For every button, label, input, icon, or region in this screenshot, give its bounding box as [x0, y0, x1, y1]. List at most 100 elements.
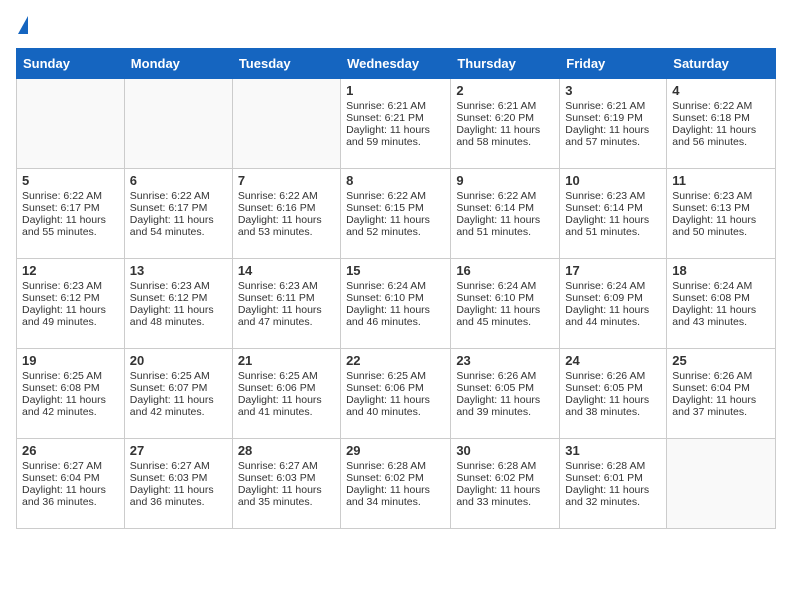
day-info: Daylight: 11 hours and 59 minutes. [346, 124, 445, 148]
day-info: Sunset: 6:20 PM [456, 112, 554, 124]
day-info: Daylight: 11 hours and 43 minutes. [672, 304, 770, 328]
day-number: 26 [22, 443, 119, 458]
calendar-cell: 8Sunrise: 6:22 AMSunset: 6:15 PMDaylight… [341, 169, 451, 259]
day-info: Sunrise: 6:23 AM [565, 190, 661, 202]
calendar-cell: 26 Sunrise: 6:27 AMSunset: 6:04 PMDayligh… [17, 439, 125, 529]
calendar-cell: 5Sunrise: 6:22 AMSunset: 6:17 PMDaylight… [17, 169, 125, 259]
day-number: 18 [672, 263, 770, 278]
day-info: Sunrise: 6:26 AM [672, 370, 770, 382]
day-info: Sunset: 6:18 PM [672, 112, 770, 124]
logo [16, 16, 28, 36]
calendar-cell: 30Sunrise: 6:28 AMSunset: 6:02 PMDayligh… [451, 439, 560, 529]
day-number: 22 [346, 353, 445, 368]
day-info: Daylight: 11 hours and 50 minutes. [672, 214, 770, 238]
day-number: 13 [130, 263, 227, 278]
day-number: 2 [456, 83, 554, 98]
day-info: Daylight: 11 hours and 53 minutes. [238, 214, 335, 238]
day-info: Sunset: 6:17 PM [22, 202, 119, 214]
calendar-cell: 13 Sunrise: 6:23 AMSunset: 6:12 PMDayligh… [124, 259, 232, 349]
day-number: 19 [22, 353, 119, 368]
day-info: Sunset: 6:12 PM [22, 292, 119, 304]
day-info: Sunrise: 6:25 AM [238, 370, 335, 382]
calendar-cell: 24Sunrise: 6:26 AMSunset: 6:05 PMDayligh… [560, 349, 667, 439]
day-info: Sunrise: 6:22 AM [22, 190, 119, 202]
calendar-cell: 31Sunrise: 6:28 AMSunset: 6:01 PMDayligh… [560, 439, 667, 529]
day-header-sunday: Sunday [17, 49, 125, 79]
day-info: Sunset: 6:04 PM [22, 472, 119, 484]
day-info: Daylight: 11 hours and 56 minutes. [672, 124, 770, 148]
day-number: 17 [565, 263, 661, 278]
calendar-cell: 28Sunrise: 6:27 AMSunset: 6:03 PMDayligh… [232, 439, 340, 529]
day-info: Sunrise: 6:26 AM [565, 370, 661, 382]
day-info: Sunset: 6:04 PM [672, 382, 770, 394]
day-info: Daylight: 11 hours and 58 minutes. [456, 124, 554, 148]
day-info: Daylight: 11 hours and 54 minutes. [130, 214, 227, 238]
calendar-cell: 17Sunrise: 6:24 AMSunset: 6:09 PMDayligh… [560, 259, 667, 349]
day-info: Sunset: 6:09 PM [565, 292, 661, 304]
day-number: 5 [22, 173, 119, 188]
day-info: Sunrise: 6:23 AM [672, 190, 770, 202]
day-info: Sunrise: 6:22 AM [346, 190, 445, 202]
day-info: Daylight: 11 hours and 51 minutes. [565, 214, 661, 238]
week-row-4: 19 Sunrise: 6:25 AM Sunset: 6:08 PM Dayligh… [17, 349, 776, 439]
calendar-cell: 23Sunrise: 6:26 AMSunset: 6:05 PMDayligh… [451, 349, 560, 439]
day-info: Sunrise: 6:28 AM [456, 460, 554, 472]
day-info: Daylight: 11 hours and 48 minutes. [130, 304, 227, 328]
week-row-3: 12Sunrise: 6:23 AMSunset: 6:12 PMDayligh… [17, 259, 776, 349]
logo-triangle-icon [18, 16, 28, 34]
calendar-cell: 2Sunrise: 6:21 AMSunset: 6:20 PMDaylight… [451, 79, 560, 169]
day-info: Daylight: 11 hours and 40 minutes. [346, 394, 445, 418]
calendar-cell [232, 79, 340, 169]
calendar-cell: 3Sunrise: 6:21 AMSunset: 6:19 PMDaylight… [560, 79, 667, 169]
day-header-monday: Monday [124, 49, 232, 79]
day-number: 4 [672, 83, 770, 98]
day-info: Sunrise: 6:24 AM [672, 280, 770, 292]
week-row-2: 5Sunrise: 6:22 AMSunset: 6:17 PMDaylight… [17, 169, 776, 259]
day-info: Sunrise: 6:25 AM [346, 370, 445, 382]
day-number: 16 [456, 263, 554, 278]
day-number: 21 [238, 353, 335, 368]
calendar-cell: 19Sunrise: 6:25 AMSunset: 6:08 PMDayligh… [17, 349, 125, 439]
day-info: Daylight: 11 hours and 49 minutes. [22, 304, 119, 328]
day-info: Sunrise: 6:23 AM [238, 280, 335, 292]
calendar-cell: 4Sunrise: 6:22 AMSunset: 6:18 PMDaylight… [667, 79, 776, 169]
week-row-5: 26Sunrise: 6:27 AMSunset: 6:04 PMDayligh… [17, 439, 776, 529]
day-info: Daylight: 11 hours and 46 minutes. [346, 304, 445, 328]
day-header-wednesday: Wednesday [341, 49, 451, 79]
calendar-cell: 20Sunrise: 6:25 AMSunset: 6:07 PMDayligh… [124, 349, 232, 439]
calendar-cell: 1Sunrise: 6:21 AMSunset: 6:21 PMDaylight… [341, 79, 451, 169]
calendar-cell: 29Sunrise: 6:28 AMSunset: 6:02 PMDayligh… [341, 439, 451, 529]
day-info: Daylight: 11 hours and 36 minutes. [22, 484, 119, 508]
calendar-cell: 22 Sunrise: 6:25 AMSunset: 6:06 PMDayligh… [341, 349, 451, 439]
day-info: Sunrise: 6:28 AM [346, 460, 445, 472]
day-info: Sunset: 6:05 PM [456, 382, 554, 394]
day-number: 1 [346, 83, 445, 98]
day-info: Daylight: 11 hours and 38 minutes. [565, 394, 661, 418]
day-header-thursday: Thursday [451, 49, 560, 79]
day-info: Sunset: 6:13 PM [672, 202, 770, 214]
day-info: Sunrise: 6:24 AM [346, 280, 445, 292]
day-info: Sunset: 6:06 PM [346, 382, 445, 394]
day-info: Sunrise: 6:22 AM [238, 190, 335, 202]
day-info: Sunset: 6:02 PM [456, 472, 554, 484]
day-info: Sunset: 6:10 PM [456, 292, 554, 304]
day-info: Sunrise: 6:23 AM [130, 280, 227, 292]
week-row-1: 1Sunrise: 6:21 AMSunset: 6:21 PMDaylight… [17, 79, 776, 169]
calendar-cell: 25Sunrise: 6:26 AMSunset: 6:04 PMDayligh… [667, 349, 776, 439]
day-info: Sunset: 6:14 PM [565, 202, 661, 214]
day-info: Sunset: 6:19 PM [565, 112, 661, 124]
calendar-cell: 21Sunrise: 6:25 AMSunset: 6:06 PMDayligh… [232, 349, 340, 439]
day-info: Sunrise: 6:27 AM [22, 460, 119, 472]
day-info: Sunset: 6:05 PM [565, 382, 661, 394]
calendar-cell: 27Sunrise: 6:27 AMSunset: 6:03 PMDayligh… [124, 439, 232, 529]
day-info: Daylight: 11 hours and 32 minutes. [565, 484, 661, 508]
day-info: Sunset: 6:15 PM [346, 202, 445, 214]
calendar-cell: 14Sunrise: 6:23 AMSunset: 6:11 PMDayligh… [232, 259, 340, 349]
day-info: Sunset: 6:08 PM [22, 382, 119, 394]
day-info: Sunrise: 6:22 AM [130, 190, 227, 202]
day-number: 6 [130, 173, 227, 188]
day-number: 28 [238, 443, 335, 458]
day-info: Sunset: 6:12 PM [130, 292, 227, 304]
calendar-cell [17, 79, 125, 169]
day-info: Sunset: 6:06 PM [238, 382, 335, 394]
